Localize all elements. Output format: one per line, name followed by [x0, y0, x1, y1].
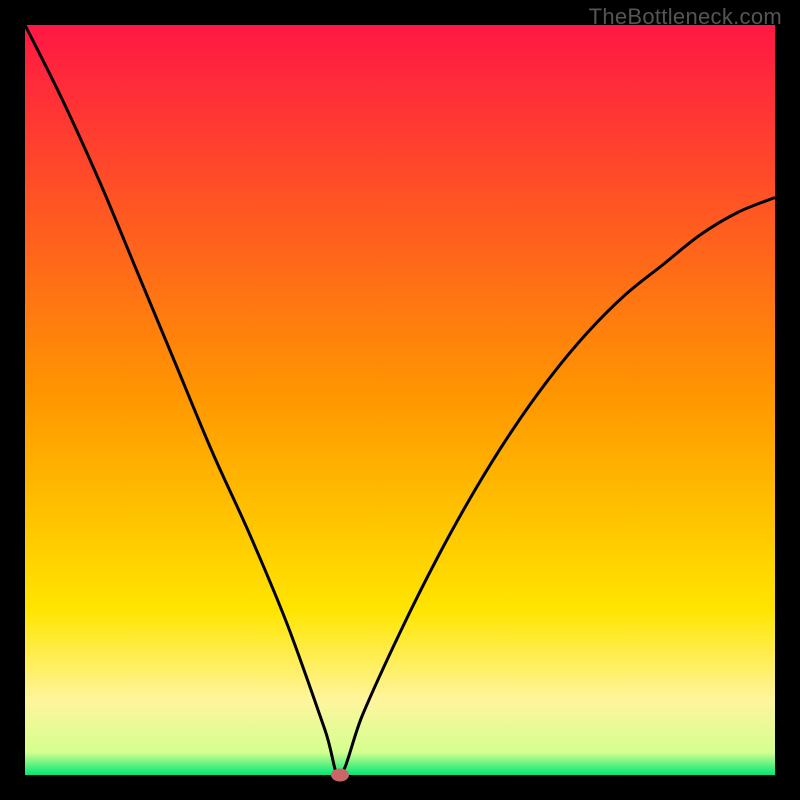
- plot-background: [25, 25, 775, 775]
- optimum-point-marker: [331, 769, 349, 782]
- chart-container: TheBottleneck.com: [0, 0, 800, 800]
- bottleneck-curve-chart: [0, 0, 800, 800]
- watermark-text: TheBottleneck.com: [589, 4, 782, 30]
